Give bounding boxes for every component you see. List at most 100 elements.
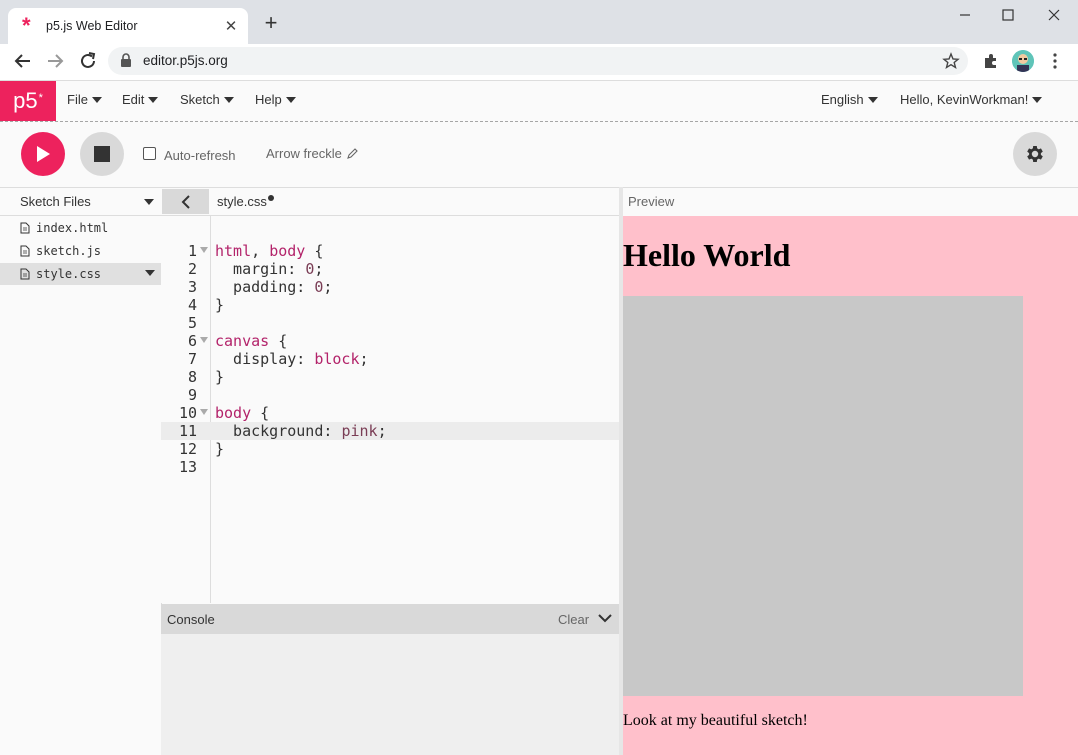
file-icon: [20, 222, 30, 234]
line-number: 10: [178, 404, 197, 422]
chevron-left-icon: [181, 194, 190, 209]
file-icon: [20, 268, 30, 280]
window-maximize-icon[interactable]: [999, 6, 1017, 24]
file-item-index-html[interactable]: index.html: [0, 217, 161, 239]
play-button[interactable]: [21, 132, 65, 176]
line-number: 2: [187, 260, 197, 278]
auto-refresh-checkbox[interactable]: [143, 147, 156, 160]
forward-arrow-icon[interactable]: [44, 50, 66, 72]
browser-tab-title: p5.js Web Editor: [46, 19, 138, 33]
play-icon: [37, 146, 50, 162]
punct-token: ;: [314, 260, 324, 278]
unsaved-indicator: [268, 195, 274, 201]
language-menu[interactable]: English: [821, 92, 878, 107]
line-number: 11: [178, 422, 197, 440]
file-item-style-css[interactable]: style.css: [0, 263, 161, 285]
caret-down-icon: [285, 96, 296, 103]
caret-down-icon: [91, 96, 102, 103]
gear-icon: [1027, 146, 1043, 162]
sketch-name[interactable]: Arrow freckle: [266, 146, 358, 161]
file-options-caret-icon[interactable]: [145, 270, 155, 276]
fold-triangle-icon[interactable]: [199, 404, 209, 422]
browser-menu-icon[interactable]: [1048, 52, 1062, 70]
file-item-sketch-js[interactable]: sketch.js: [0, 240, 161, 262]
tab-close-icon[interactable]: ✕: [222, 17, 240, 35]
punct-token: ;: [323, 278, 333, 296]
caret-down-icon: [1032, 96, 1043, 103]
lock-icon[interactable]: [120, 53, 132, 67]
code-line: body {: [215, 404, 269, 422]
punct-token: {: [269, 332, 288, 350]
stop-button[interactable]: [80, 132, 124, 176]
punct-token: ;: [359, 350, 369, 368]
console-output[interactable]: [161, 634, 619, 755]
code-line: }: [215, 368, 225, 386]
caret-down-icon: [148, 96, 159, 103]
stop-icon: [94, 146, 110, 162]
auto-refresh-label[interactable]: Auto-refresh: [164, 148, 236, 163]
code-line: background: pink;: [215, 422, 387, 440]
profile-avatar[interactable]: [1012, 50, 1034, 72]
file-name: sketch.js: [36, 244, 102, 258]
punct-token: ,: [251, 242, 270, 260]
menu-edit[interactable]: Edit: [122, 92, 159, 107]
sketch-canvas[interactable]: [623, 296, 1023, 696]
code-line: }: [215, 440, 225, 458]
fold-triangle-icon[interactable]: [199, 242, 209, 260]
reload-icon[interactable]: [77, 50, 99, 72]
menu-help[interactable]: Help: [255, 92, 296, 107]
menu-file-label: File: [67, 92, 88, 107]
line-number: 8: [187, 368, 197, 386]
editor-filename: style.css: [217, 194, 267, 209]
collapse-sidebar-button[interactable]: [162, 189, 209, 214]
user-label: Hello, KevinWorkman!: [900, 92, 1029, 107]
logo-text: p5: [13, 88, 38, 113]
settings-button[interactable]: [1013, 132, 1057, 176]
preview-caption: Look at my beautiful sketch!: [623, 712, 808, 729]
fold-triangle-icon[interactable]: [199, 332, 209, 350]
code-line: html, body {: [215, 242, 323, 260]
logo-asterisk: *: [38, 92, 43, 104]
preview-title: Preview: [628, 194, 675, 209]
punct-token: {: [251, 404, 270, 422]
menu-file[interactable]: File: [67, 92, 102, 107]
preview-heading: Hello World: [623, 237, 791, 273]
chevron-down-icon[interactable]: [598, 612, 612, 624]
browser-tab[interactable]: * p5.js Web Editor ✕: [8, 8, 248, 44]
language-label: English: [821, 92, 864, 107]
extensions-puzzle-icon[interactable]: [982, 52, 1000, 70]
line-number: 9: [187, 386, 197, 404]
file-name: index.html: [36, 221, 109, 235]
caret-down-icon: [867, 96, 878, 103]
user-menu[interactable]: Hello, KevinWorkman!: [900, 92, 1043, 107]
url-text[interactable]: editor.p5js.org: [143, 53, 228, 68]
window-minimize-icon[interactable]: [956, 6, 974, 24]
back-arrow-icon[interactable]: [12, 50, 34, 72]
pencil-icon[interactable]: [346, 148, 358, 159]
p5-logo[interactable]: p5 *: [0, 81, 56, 121]
code-line: padding: 0;: [215, 278, 332, 296]
line-number: 5: [187, 314, 197, 332]
line-number: 1: [187, 242, 197, 260]
new-tab-icon[interactable]: +: [262, 12, 280, 34]
console-clear-button[interactable]: Clear: [558, 612, 589, 627]
selector-token: body: [269, 242, 306, 260]
line-number: 4: [187, 296, 197, 314]
line-number: 12: [178, 440, 197, 458]
address-bar[interactable]: [108, 47, 968, 75]
value-token: pink: [341, 422, 378, 440]
window-close-icon[interactable]: [1045, 6, 1063, 24]
preview-header: [623, 187, 1078, 216]
sidebar-title: Sketch Files: [20, 194, 91, 209]
selector-token: body: [215, 404, 252, 422]
sidebar-options-caret-icon[interactable]: [144, 199, 154, 205]
punct-token: {: [305, 242, 324, 260]
file-name: style.css: [36, 267, 102, 281]
code-line: margin: 0;: [215, 260, 323, 278]
selector-token: html: [215, 242, 252, 260]
value-token: block: [314, 350, 360, 368]
bookmark-star-icon[interactable]: [942, 52, 960, 70]
punct-token: ;: [377, 422, 387, 440]
line-number: 13: [178, 458, 197, 476]
menu-sketch[interactable]: Sketch: [180, 92, 234, 107]
